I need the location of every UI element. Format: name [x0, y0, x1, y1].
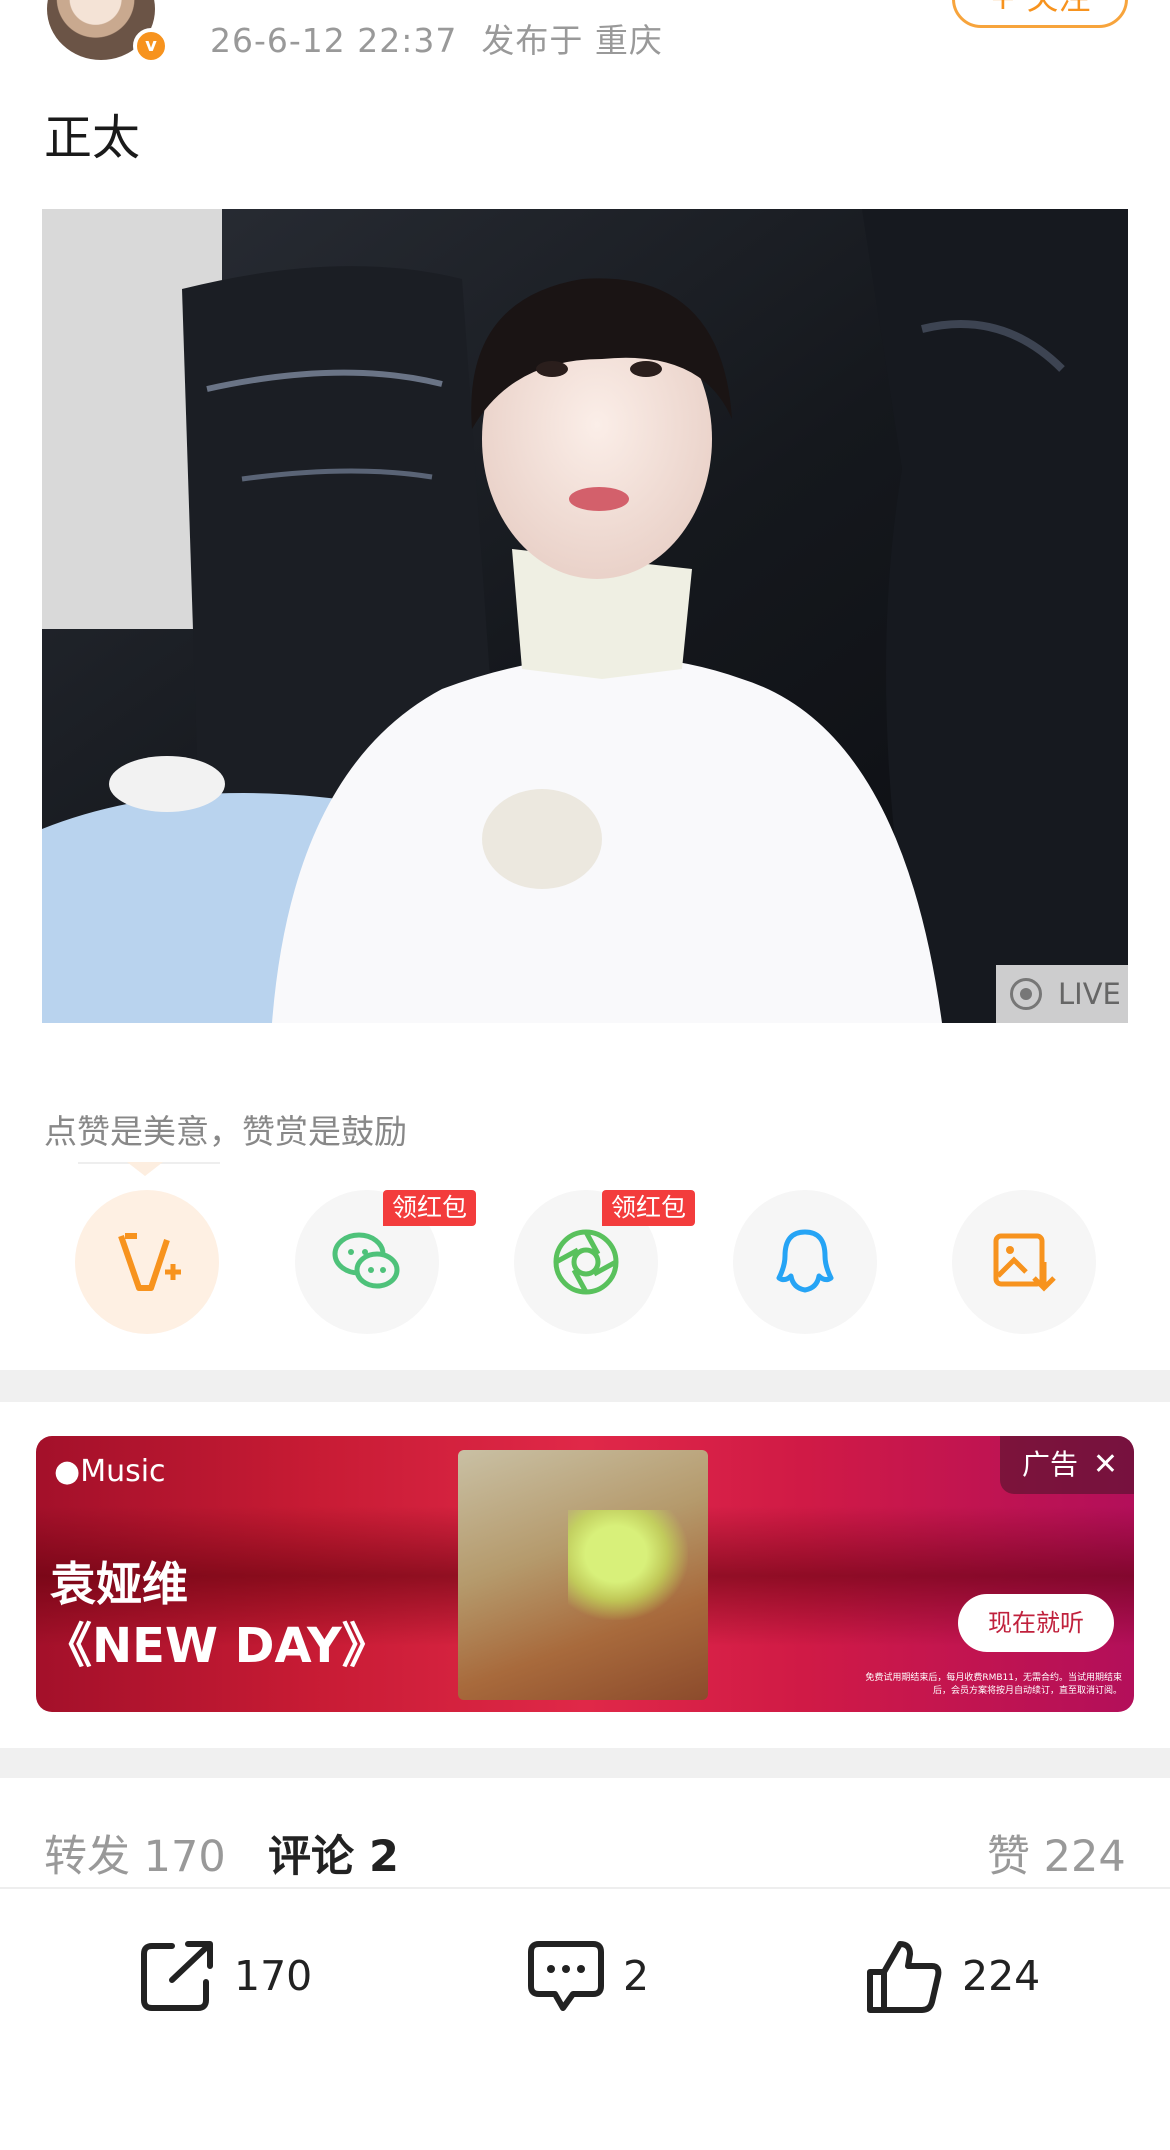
ad-fine-print: 免费试用期结束后，每月收费RMB11，无需合约。当试用期结束后，会员方案将按月自…: [865, 1673, 1122, 1696]
ad-album-title: 《NEW DAY》: [44, 1618, 390, 1674]
share-qq-button[interactable]: [733, 1190, 877, 1334]
qq-icon: [776, 1229, 834, 1293]
post-timestamp: 26-6-12 22:37: [210, 21, 458, 60]
ad-tag[interactable]: 广告 ✕: [1000, 1436, 1134, 1494]
like-button[interactable]: 224: [866, 1936, 1040, 2016]
section-divider: [0, 1370, 1170, 1402]
moments-icon: [553, 1229, 619, 1295]
repost-button[interactable]: 170: [138, 1936, 312, 2016]
reward-prompt: 点赞是美意，赞赏是鼓励: [44, 1112, 407, 1151]
post-location: 发布于 重庆: [481, 21, 663, 60]
vplus-icon: [118, 1233, 181, 1291]
close-icon[interactable]: ✕: [1093, 1436, 1118, 1494]
save-image-icon: [993, 1233, 1056, 1292]
reward-arrow: [127, 1162, 163, 1176]
live-label: LIVE: [1058, 977, 1121, 1011]
section-divider: [0, 1748, 1170, 1778]
comment-icon: [528, 1941, 604, 2011]
ad-banner[interactable]: ●Music 袁娅维 《NEW DAY》 广告 ✕ 现在就听 免费试用期结束后，每…: [36, 1436, 1134, 1712]
red-packet-tag: 领红包: [383, 1190, 477, 1226]
ad-brand: ●Music: [54, 1454, 166, 1489]
tab-repost[interactable]: 转发 170: [44, 1822, 226, 1884]
apple-logo-icon: ●: [54, 1454, 81, 1489]
ad-tag-label: 广告: [1022, 1448, 1079, 1481]
like-count: 224: [962, 1952, 1041, 2000]
reward-vplus-button[interactable]: [75, 1190, 219, 1334]
follow-button[interactable]: + 关注: [952, 0, 1128, 28]
stats-divider: [0, 1887, 1170, 1889]
ad-brand-label: Music: [80, 1454, 166, 1489]
live-photo-icon: [1010, 978, 1042, 1010]
ad-artist: 袁娅维: [50, 1557, 188, 1611]
wechat-icon: [332, 1232, 400, 1289]
save-image-button[interactable]: [952, 1190, 1096, 1334]
post-text: 正太: [44, 110, 141, 166]
red-packet-tag: 领红包: [602, 1190, 696, 1226]
post-meta: 26-6-12 22:37 发布于 重庆: [210, 14, 663, 62]
ad-cta-button[interactable]: 现在就听: [958, 1594, 1114, 1652]
verified-badge-icon: v: [133, 28, 169, 64]
comment-button[interactable]: 2: [527, 1936, 649, 2016]
tab-comment[interactable]: 评论 2: [268, 1822, 399, 1884]
repost-count: 170: [234, 1952, 313, 2000]
ad-album-cover: [458, 1450, 708, 1700]
post-image[interactable]: LIVE: [42, 209, 1128, 1023]
comment-count: 2: [623, 1952, 650, 2000]
repost-icon: [141, 1941, 213, 2011]
post-image-illustration: [42, 209, 1128, 1023]
thumbs-up-icon: [867, 1941, 942, 2013]
live-badge[interactable]: LIVE: [996, 965, 1128, 1023]
tab-like[interactable]: 赞 224: [987, 1822, 1126, 1884]
